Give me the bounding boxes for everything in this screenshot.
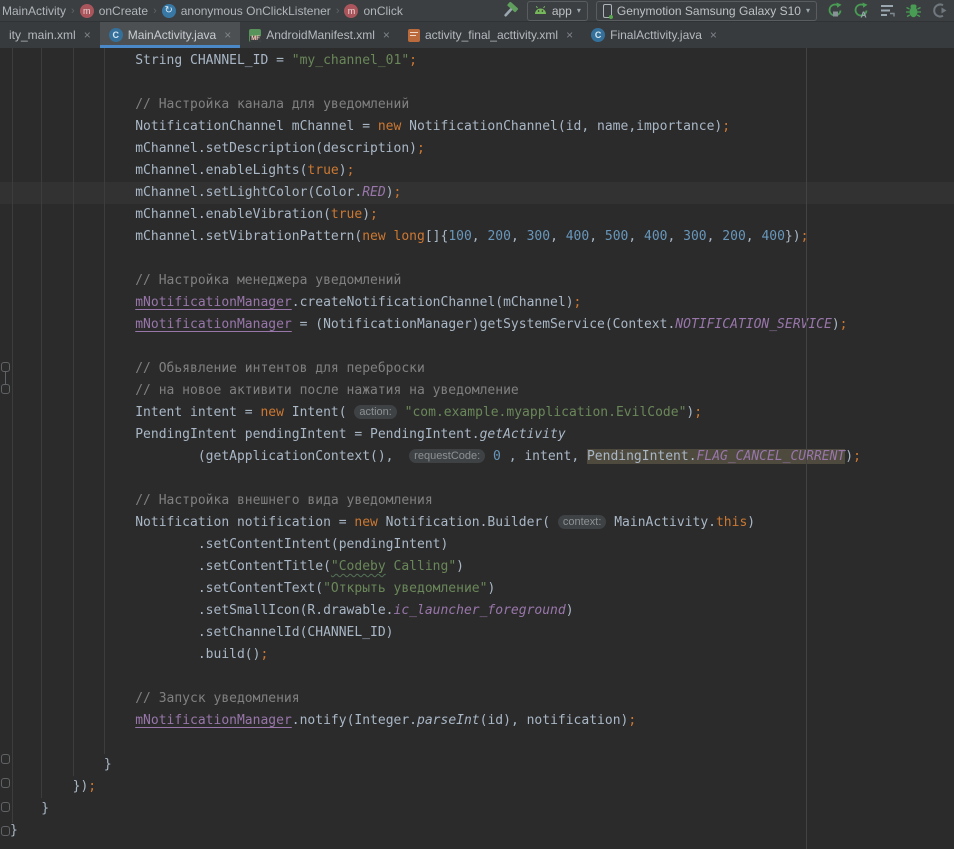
code-line[interactable]: mNotificationManager.createNotificationC…: [0, 292, 954, 314]
code-line[interactable]: });: [0, 776, 954, 798]
manifest-icon: MF: [249, 29, 261, 42]
tab-activity-main-xml[interactable]: ity_main.xml ×: [0, 22, 100, 48]
code-line[interactable]: mChannel.setDescription(description);: [0, 138, 954, 160]
code-line[interactable]: (getApplicationContext(), requestCode: 0…: [0, 446, 954, 468]
tab-label: FinalActtivity.java: [610, 28, 702, 42]
class-icon: C: [109, 28, 123, 42]
gutter: [0, 48, 13, 849]
code-line[interactable]: mNotificationManager.notify(Integer.pars…: [0, 710, 954, 732]
breadcrumb-item-listener[interactable]: anonymous OnClickListener: [181, 4, 331, 18]
breadcrumb-separator: ›: [336, 5, 340, 17]
fold-marker[interactable]: [1, 826, 10, 836]
debug-icon[interactable]: [905, 2, 922, 19]
profile-icon[interactable]: [931, 2, 948, 19]
apply-changes-icon[interactable]: [827, 2, 844, 19]
breadcrumb-separator: ›: [153, 5, 157, 17]
code-line[interactable]: mChannel.enableVibration(true);: [0, 204, 954, 226]
code-line[interactable]: // Настройка канала для уведомлений: [0, 94, 954, 116]
chevron-down-icon: ▾: [577, 7, 581, 15]
layout-xml-icon: [408, 29, 420, 42]
anonymous-class-icon: ↻: [162, 4, 176, 18]
code-line[interactable]: mChannel.setLightColor(Color.RED);: [0, 182, 954, 204]
fold-marker[interactable]: [1, 802, 10, 812]
tab-label: ity_main.xml: [9, 28, 76, 42]
tab-mainactivity-java[interactable]: C MainActivity.java ×: [100, 22, 241, 48]
code-line[interactable]: .build();: [0, 644, 954, 666]
svg-text:A: A: [861, 10, 867, 20]
close-icon[interactable]: ×: [383, 28, 390, 42]
attach-debugger-icon[interactable]: [879, 2, 896, 19]
code-line[interactable]: // Настройка менеджера уведомлений: [0, 270, 954, 292]
code-line[interactable]: // Обьявление интентов для переброски: [0, 358, 954, 380]
code-line[interactable]: }: [0, 798, 954, 820]
run-configuration-value: app: [552, 4, 572, 18]
code-line[interactable]: String CHANNEL_ID = "my_channel_01";: [0, 50, 954, 72]
code-line[interactable]: PendingIntent pendingIntent = PendingInt…: [0, 424, 954, 446]
method-icon: m: [344, 4, 358, 18]
class-icon: C: [591, 28, 605, 42]
code-line[interactable]: [0, 248, 954, 270]
main-toolbar: MainActivity › m onCreate › ↻ anonymous …: [0, 0, 954, 22]
code-line[interactable]: .setContentTitle("Codeby Calling"): [0, 556, 954, 578]
device-name: Genymotion Samsung Galaxy S10: [617, 4, 801, 18]
fold-marker[interactable]: [1, 778, 10, 788]
build-hammer-icon[interactable]: [502, 2, 519, 19]
tab-finalacttivity-java[interactable]: C FinalActtivity.java ×: [582, 22, 726, 48]
apply-code-changes-icon[interactable]: A: [853, 2, 870, 19]
android-icon: [534, 6, 547, 15]
code-line[interactable]: Notification notification = new Notifica…: [0, 512, 954, 534]
code-line[interactable]: mChannel.enableLights(true);: [0, 160, 954, 182]
fold-marker[interactable]: [1, 362, 10, 372]
code-line[interactable]: mChannel.setVibrationPattern(new long[]{…: [0, 226, 954, 248]
fold-marker[interactable]: [1, 754, 10, 764]
code-line[interactable]: .setChannelId(CHANNEL_ID): [0, 622, 954, 644]
code-line[interactable]: [0, 72, 954, 94]
tab-label: activity_final_acttivity.xml: [425, 28, 558, 42]
run-configuration-select[interactable]: app ▾: [527, 1, 588, 21]
breadcrumb: MainActivity › m onCreate › ↻ anonymous …: [2, 4, 403, 18]
method-icon: m: [80, 4, 94, 18]
breadcrumb-item-oncreate[interactable]: onCreate: [99, 4, 148, 18]
close-icon[interactable]: ×: [566, 28, 573, 42]
code-line[interactable]: // Запуск уведомления: [0, 688, 954, 710]
phone-device-icon: [603, 4, 612, 18]
fold-region-line: [5, 372, 6, 384]
code-line[interactable]: .setSmallIcon(R.drawable.ic_launcher_for…: [0, 600, 954, 622]
close-icon[interactable]: ×: [84, 28, 91, 42]
code-line[interactable]: }: [0, 820, 954, 842]
code-line[interactable]: NotificationChannel mChannel = new Notif…: [0, 116, 954, 138]
close-icon[interactable]: ×: [710, 28, 717, 42]
breadcrumb-item-onclick[interactable]: onClick: [363, 4, 402, 18]
tab-androidmanifest-xml[interactable]: MF AndroidManifest.xml ×: [240, 22, 399, 48]
editor-tabbar: ity_main.xml × C MainActivity.java × MF …: [0, 22, 954, 48]
breadcrumb-separator: ›: [71, 5, 75, 17]
close-icon[interactable]: ×: [224, 28, 231, 42]
code-line[interactable]: // на новое активити после нажатия на ув…: [0, 380, 954, 402]
code-line[interactable]: [0, 468, 954, 490]
device-select[interactable]: Genymotion Samsung Galaxy S10 ▾: [596, 1, 817, 21]
tab-activity-final-acttivity-xml[interactable]: activity_final_acttivity.xml ×: [399, 22, 582, 48]
code-editor[interactable]: String CHANNEL_ID = "my_channel_01"; // …: [0, 48, 954, 849]
chevron-down-icon: ▾: [806, 7, 810, 15]
tab-label: MainActivity.java: [128, 28, 216, 42]
code-line[interactable]: mNotificationManager = (NotificationMana…: [0, 314, 954, 336]
tab-label: AndroidManifest.xml: [266, 28, 375, 42]
code-line[interactable]: Intent intent = new Intent( action: "com…: [0, 402, 954, 424]
run-actions: A: [827, 2, 948, 19]
fold-marker[interactable]: [1, 384, 10, 394]
toolbar-right-group: app ▾ Genymotion Samsung Galaxy S10 ▾ A: [502, 1, 948, 21]
code-line[interactable]: // Настройка внешнего вида уведомления: [0, 490, 954, 512]
code-line[interactable]: .setContentIntent(pendingIntent): [0, 534, 954, 556]
code-area[interactable]: String CHANNEL_ID = "my_channel_01"; // …: [0, 50, 954, 842]
code-line[interactable]: [0, 732, 954, 754]
code-line[interactable]: .setContentText("Открыть уведомление"): [0, 578, 954, 600]
code-line[interactable]: }: [0, 754, 954, 776]
code-line[interactable]: [0, 666, 954, 688]
code-line[interactable]: [0, 336, 954, 358]
breadcrumb-item-class[interactable]: MainActivity: [2, 4, 66, 18]
